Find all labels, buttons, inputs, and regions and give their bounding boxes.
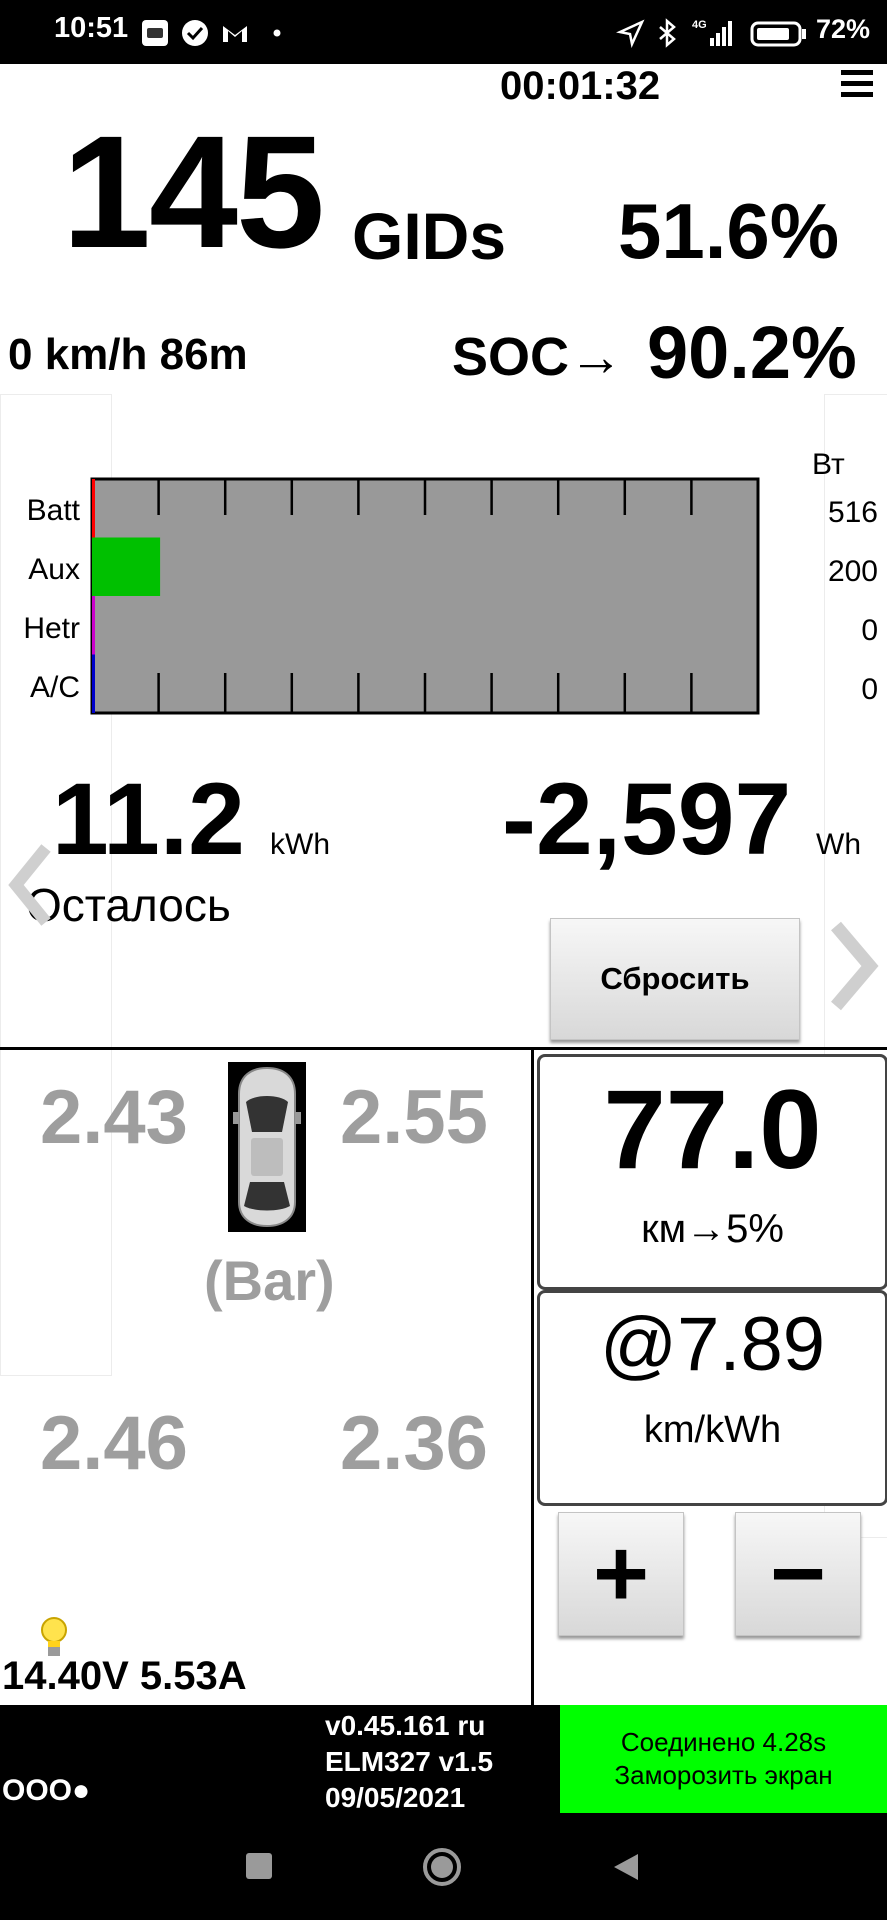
gids-unit: GIDs	[352, 199, 507, 273]
version-line: v0.45.161 ru	[325, 1710, 486, 1741]
car-app-icon	[142, 20, 168, 46]
connection-status-button[interactable]: Соединено 4.28s Заморозить экран	[560, 1705, 887, 1813]
range-value: 77.0	[603, 1067, 822, 1192]
row-marker-batt	[92, 479, 95, 538]
hamburger-menu-icon[interactable]	[841, 70, 873, 98]
remaining-energy-unit: kWh	[270, 828, 330, 861]
range-card[interactable]: 77.0 км→5%	[537, 1054, 887, 1290]
reset-button[interactable]: Сбросить	[550, 918, 800, 1040]
row-value-aux: 200	[827, 555, 878, 588]
signal-4g-icon: 4G	[692, 19, 732, 46]
version-info: v0.45.161 ru ELM327 v1.5 09/05/2021	[325, 1708, 493, 1816]
tire-front-left: 2.43	[40, 1075, 188, 1160]
bluetooth-icon	[659, 18, 676, 48]
aux-battery-readout: 14.40V 5.53A	[2, 1654, 247, 1698]
car-top-view-icon	[228, 1062, 306, 1232]
row-label-hetr: Hetr	[23, 612, 80, 645]
tire-rear-left: 2.46	[40, 1401, 188, 1486]
used-energy-unit: Wh	[816, 828, 861, 861]
soc-value: 90.2%	[647, 311, 857, 394]
efficiency-value: @7.89	[599, 1302, 826, 1387]
speed-altitude: 0 km/h 86m	[8, 330, 248, 379]
range-subtitle: км→5%	[641, 1207, 784, 1251]
back-triangle-icon[interactable]	[612, 1852, 640, 1882]
system-nav-bar	[0, 1813, 887, 1920]
home-circle-icon[interactable]	[421, 1846, 463, 1888]
gids-percent: 51.6%	[618, 187, 840, 275]
remaining-label: Осталось	[26, 879, 231, 931]
freeze-screen-label: Заморозить экран	[614, 1760, 833, 1790]
date-line: 09/05/2021	[325, 1782, 466, 1813]
row-label-batt: Batt	[26, 494, 80, 527]
soc-label: SOC→	[452, 327, 624, 387]
efficiency-unit: km/kWh	[643, 1409, 782, 1451]
chevron-left-icon[interactable]	[6, 840, 56, 930]
section-divider	[0, 1047, 887, 1050]
remaining-energy-value: 11.2	[52, 762, 245, 876]
efficiency-card[interactable]: @7.89 km/kWh	[537, 1290, 887, 1506]
battery-percent: 72%	[816, 14, 871, 44]
tire-rear-right: 2.36	[340, 1401, 488, 1486]
power-bar-chart	[90, 477, 760, 715]
row-value-ac: 0	[861, 673, 878, 706]
status-bar: 10:51 4G 72%	[0, 0, 887, 64]
clock: 10:51	[54, 12, 129, 44]
tire-front-right: 2.55	[340, 1075, 488, 1160]
column-divider	[531, 1049, 534, 1705]
power-bar-aux	[93, 537, 161, 596]
trip-timer: 00:01:32	[500, 64, 661, 108]
connection-status: Соединено 4.28s	[620, 1727, 827, 1757]
battery-icon	[750, 21, 806, 47]
plus-button[interactable]: +	[558, 1512, 684, 1636]
row-marker-hetr	[92, 596, 95, 655]
row-label-ac: A/C	[29, 671, 80, 704]
connection-dots: OOO●	[2, 1774, 91, 1807]
tire-pressure-unit: (Bar)	[204, 1249, 335, 1312]
used-energy-value: -2,597	[502, 762, 792, 876]
svg-text:4G: 4G	[692, 19, 707, 31]
chevron-right-icon[interactable]	[824, 918, 880, 1014]
gmail-icon	[223, 26, 247, 42]
recents-square-icon[interactable]	[246, 1853, 272, 1879]
row-label-aux: Aux	[28, 553, 80, 586]
minus-button[interactable]: −	[735, 1512, 861, 1636]
gids-value: 145	[62, 102, 325, 281]
dot-icon	[273, 29, 281, 37]
location-arrow-icon	[616, 19, 645, 48]
row-marker-ac	[92, 654, 95, 713]
adapter-line: ELM327 v1.5	[325, 1746, 494, 1777]
check-circle-icon	[182, 20, 208, 46]
row-value-hetr: 0	[861, 614, 878, 647]
row-value-batt: 516	[827, 496, 878, 529]
